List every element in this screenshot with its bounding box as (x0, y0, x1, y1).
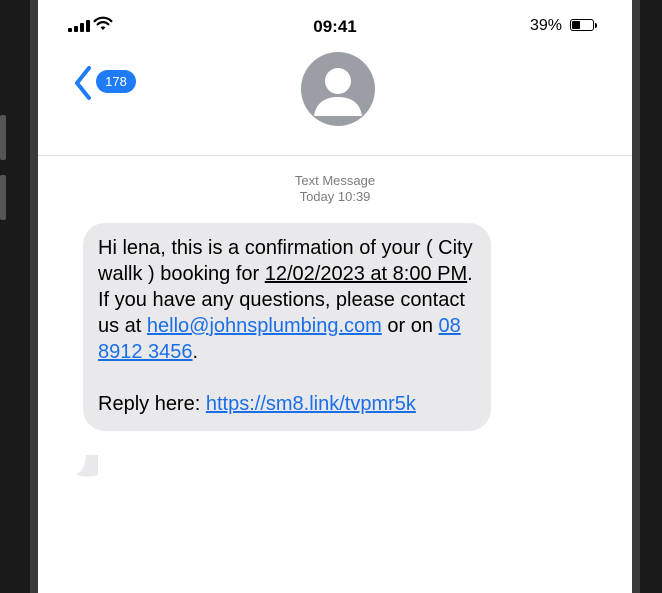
msg-booking-datetime[interactable]: 12/02/2023 at 8:00 PM (265, 263, 467, 285)
battery-icon (570, 19, 597, 31)
phone-screen: 09:41 39% 178 Text Message Today 10:39 H… (38, 0, 632, 593)
person-silhouette-icon (314, 68, 362, 116)
email-link[interactable]: hello@johnsplumbing.com (147, 315, 382, 337)
message-type-label: Text Message (294, 173, 376, 188)
msg-greeting: Hi (98, 237, 123, 259)
header-divider (38, 155, 632, 156)
msg-customer-name: lena (122, 237, 161, 259)
reply-link[interactable]: https://sm8.link/tvpmr5k (206, 393, 416, 415)
contact-avatar[interactable] (301, 52, 375, 126)
back-chevron-icon[interactable] (73, 65, 93, 101)
side-button (0, 115, 6, 160)
message-bubble[interactable]: Hi lena, this is a confirmation of your … (83, 223, 491, 431)
message-time-label: Today 10:39 (299, 189, 371, 204)
conversation-header: 178 (38, 46, 632, 156)
bubble-tail (76, 455, 98, 477)
msg-text: . (192, 341, 199, 363)
unread-count-badge[interactable]: 178 (96, 70, 136, 93)
message-timestamp: Text Message Today 10:39 (38, 173, 632, 205)
phone-frame-right (632, 0, 662, 593)
phone-frame-left (0, 0, 38, 593)
status-bar: 09:41 39% (38, 0, 632, 46)
battery-fill (572, 21, 580, 29)
side-button (0, 175, 6, 220)
msg-reply-prefix: Reply here: (98, 393, 206, 415)
msg-text: , this is a confirmation of your (160, 237, 426, 259)
msg-text: booking for (154, 263, 265, 285)
battery-percentage: 39% (529, 17, 562, 34)
msg-text: or on (381, 315, 439, 337)
